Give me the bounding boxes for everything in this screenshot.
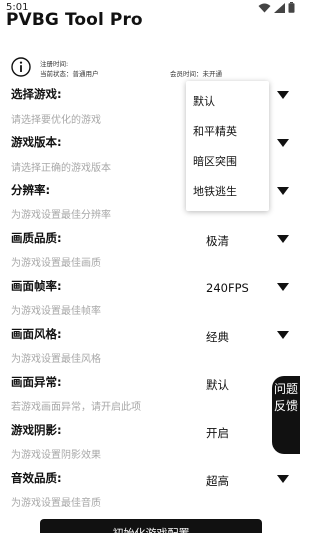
- dropdown-option[interactable]: 地铁逃生: [193, 183, 237, 199]
- setting-hint-game: 请选择要优化的游戏: [11, 115, 101, 126]
- feedback-label: 问题反馈: [273, 382, 298, 413]
- chevron-down-icon[interactable]: [277, 187, 289, 195]
- dropdown-option[interactable]: 暗区突围: [193, 153, 237, 169]
- setting-value-abnormal[interactable]: 默认: [206, 377, 229, 393]
- setting-hint-framerate: 为游戏设置最佳帧率: [11, 306, 101, 317]
- setting-value-sound[interactable]: 超高: [206, 473, 229, 489]
- setting-hint-resolution: 为游戏设置最佳分辨率: [11, 210, 111, 221]
- feedback-button[interactable]: 问题反馈: [272, 376, 300, 454]
- setting-label-version: 游戏版本:: [11, 135, 62, 149]
- setting-label-framerate: 画面帧率:: [11, 279, 62, 293]
- signal-icon: [274, 2, 285, 13]
- dropdown-option[interactable]: 和平精英: [193, 123, 237, 139]
- setting-label-sound: 音效品质:: [11, 471, 62, 485]
- info-icon: [11, 57, 31, 77]
- init-config-button[interactable]: 初始化游戏配置: [40, 519, 262, 533]
- setting-label-game: 选择游戏:: [11, 87, 62, 101]
- setting-label-shadow: 游戏阴影:: [11, 423, 62, 437]
- wifi-icon: [258, 3, 271, 12]
- setting-hint-shadow: 为游戏设置阴影效果: [11, 450, 101, 461]
- setting-value-framerate[interactable]: 240FPS: [206, 281, 249, 295]
- chevron-down-icon[interactable]: [277, 139, 289, 147]
- setting-value-shadow[interactable]: 开启: [206, 425, 229, 441]
- chevron-down-icon[interactable]: [277, 91, 289, 99]
- setting-value-quality[interactable]: 极清: [206, 233, 229, 249]
- app-title: PVBG Tool Pro: [6, 10, 143, 30]
- setting-hint-sound: 为游戏设置最佳音质: [11, 498, 101, 509]
- chevron-down-icon[interactable]: [277, 283, 289, 291]
- setting-hint-quality: 为游戏设置最佳画质: [11, 258, 101, 269]
- setting-value-style[interactable]: 经典: [206, 329, 229, 345]
- setting-label-abnormal: 画面异常:: [11, 375, 62, 389]
- chevron-down-icon[interactable]: [277, 331, 289, 339]
- chevron-down-icon[interactable]: [277, 475, 289, 483]
- setting-hint-style: 为游戏设置最佳风格: [11, 354, 101, 365]
- setting-hint-abnormal: 若游戏画面异常，请开启此项: [11, 402, 141, 413]
- game-dropdown-menu: 默认 和平精英 暗区突围 地铁逃生: [186, 81, 269, 211]
- member-time-label: 会员时间：未开通: [170, 70, 222, 78]
- setting-label-quality: 画质品质:: [11, 231, 62, 245]
- account-info: 注册时间: 当前状态：普通用户 会员时间：未开通: [11, 56, 296, 78]
- setting-hint-version: 请选择正确的游戏版本: [11, 163, 111, 174]
- status-icons: [258, 2, 295, 13]
- chevron-down-icon[interactable]: [277, 235, 289, 243]
- register-time-label: 注册时间:: [40, 60, 69, 68]
- dropdown-option[interactable]: 默认: [193, 93, 215, 109]
- battery-icon: [288, 2, 295, 13]
- setting-label-resolution: 分辨率:: [11, 183, 51, 197]
- current-status-label: 当前状态：普通用户: [40, 70, 99, 78]
- setting-label-style: 画面风格:: [11, 327, 62, 341]
